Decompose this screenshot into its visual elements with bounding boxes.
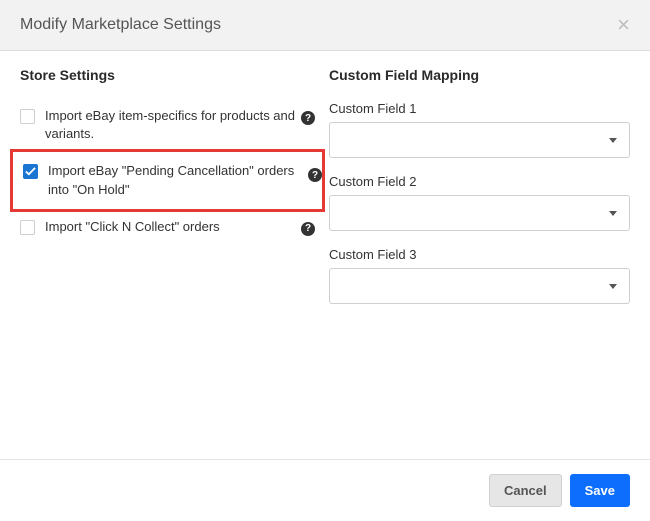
checkbox-row-click-n-collect: Import "Click N Collect" orders ?	[20, 212, 321, 242]
store-settings-heading: Store Settings	[20, 67, 321, 83]
custom-field-1-label: Custom Field 1	[329, 101, 630, 116]
close-icon: ×	[617, 12, 630, 37]
checkbox-import-item-specifics[interactable]	[20, 109, 35, 124]
custom-field-1-group: Custom Field 1	[329, 101, 630, 158]
modal-title: Modify Marketplace Settings	[20, 16, 221, 34]
select-value	[342, 134, 609, 147]
check-icon	[25, 166, 36, 177]
checkbox-row-import-item-specifics: Import eBay item-specifics for products …	[20, 101, 321, 149]
select-value	[342, 280, 609, 293]
custom-field-mapping-heading: Custom Field Mapping	[329, 67, 630, 83]
custom-field-2-label: Custom Field 2	[329, 174, 630, 189]
checkbox-pending-cancellation[interactable]	[23, 164, 38, 179]
help-icon[interactable]: ?	[301, 222, 315, 236]
custom-field-2-select[interactable]	[329, 195, 630, 231]
checkbox-label: Import eBay "Pending Cancellation" order…	[48, 162, 296, 198]
chevron-down-icon	[609, 211, 617, 216]
modal-footer: Cancel Save	[0, 459, 650, 521]
modal-header: Modify Marketplace Settings ×	[0, 0, 650, 51]
help-icon[interactable]: ?	[301, 111, 315, 125]
chevron-down-icon	[609, 284, 617, 289]
custom-field-3-select[interactable]	[329, 268, 630, 304]
checkbox-click-n-collect[interactable]	[20, 220, 35, 235]
custom-field-3-label: Custom Field 3	[329, 247, 630, 262]
help-icon[interactable]: ?	[308, 168, 322, 182]
select-value	[342, 207, 609, 220]
checkbox-row-pending-cancellation: Import eBay "Pending Cancellation" order…	[10, 149, 325, 211]
custom-field-1-select[interactable]	[329, 122, 630, 158]
close-button[interactable]: ×	[617, 14, 630, 36]
chevron-down-icon	[609, 138, 617, 143]
checkbox-label: Import eBay item-specifics for products …	[45, 107, 295, 143]
store-settings-column: Store Settings Import eBay item-specific…	[20, 67, 321, 451]
checkbox-label: Import "Click N Collect" orders	[45, 218, 220, 236]
save-button[interactable]: Save	[570, 474, 630, 507]
custom-field-2-group: Custom Field 2	[329, 174, 630, 231]
custom-field-3-group: Custom Field 3	[329, 247, 630, 304]
cancel-button[interactable]: Cancel	[489, 474, 562, 507]
modal-body: Store Settings Import eBay item-specific…	[0, 51, 650, 451]
custom-field-mapping-column: Custom Field Mapping Custom Field 1 Cust…	[329, 67, 630, 451]
